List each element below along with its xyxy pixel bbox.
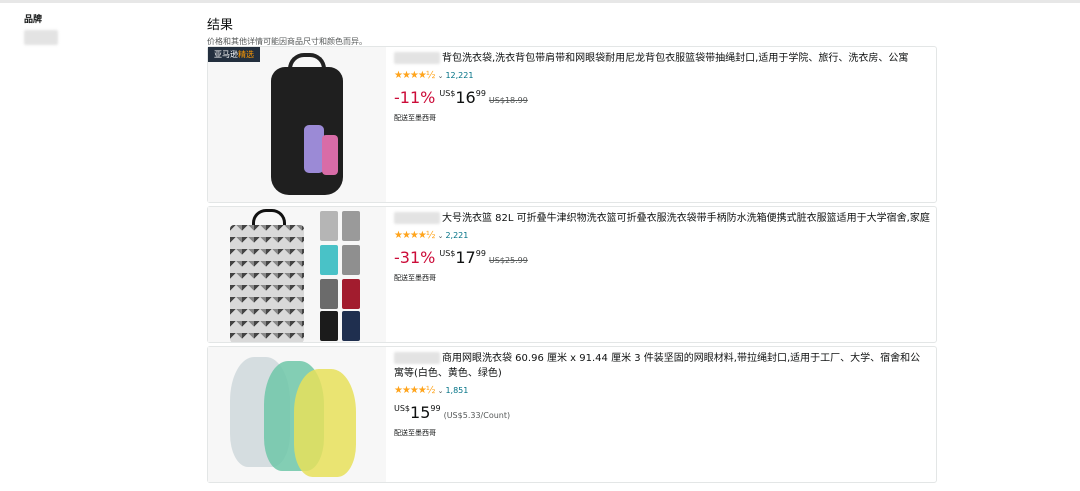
product-details: 背包洗衣袋,洗衣背包带肩带和网眼袋耐用尼龙背包衣服篮袋带抽绳封口,适用于学院、旅… bbox=[394, 51, 930, 123]
price-currency: US$ bbox=[394, 404, 411, 413]
rating-count-link[interactable]: 12,221 bbox=[445, 71, 473, 80]
hamper-variant-graphic bbox=[320, 245, 338, 275]
product-card[interactable]: 大号洗衣篮 82L 可折叠牛津织物洗衣篮可折叠衣服洗衣袋带手柄防水洗箱便携式脏衣… bbox=[207, 206, 937, 343]
hamper-graphic bbox=[230, 225, 304, 342]
top-divider bbox=[0, 0, 1080, 3]
star-rating-icon[interactable]: ★★★★½ bbox=[394, 70, 436, 81]
product-image[interactable]: 亚马逊精选 bbox=[208, 47, 386, 202]
price-row: -31% US$1799US$25.99 bbox=[394, 247, 930, 269]
amazon-choice-badge: 亚马逊精选 bbox=[208, 47, 260, 62]
detergent-bottle-graphic bbox=[322, 135, 338, 175]
list-price: US$18.99 bbox=[488, 96, 528, 105]
price-currency: US$ bbox=[439, 89, 456, 98]
results-title: 结果 bbox=[207, 18, 234, 33]
discount-percent: -11% bbox=[394, 88, 436, 107]
detergent-bottle-graphic bbox=[304, 125, 324, 173]
badge-prefix: 亚马逊 bbox=[214, 50, 238, 59]
brand-name-redacted bbox=[394, 212, 440, 224]
delivery-info: 配送至墨西哥 bbox=[394, 114, 436, 122]
price-fraction: 99 bbox=[430, 404, 441, 413]
price-row: -11% US$1699US$18.99 bbox=[394, 87, 930, 109]
unit-price: (US$5.33/Count) bbox=[443, 411, 511, 420]
product-image[interactable] bbox=[208, 207, 386, 342]
star-rating-icon[interactable]: ★★★★½ bbox=[394, 385, 436, 396]
product-details: 商用网眼洗衣袋 60.96 厘米 x 91.44 厘米 3 件装坚固的网眼材料,… bbox=[394, 351, 930, 438]
rating-row: ★★★★½ ⌄ 12,221 bbox=[394, 70, 930, 82]
delivery-info: 配送至墨西哥 bbox=[394, 274, 436, 282]
hamper-variant-graphic bbox=[320, 311, 338, 341]
brand-name-redacted bbox=[394, 52, 440, 64]
hamper-variant-graphic bbox=[342, 245, 360, 275]
hamper-variant-graphic bbox=[342, 211, 360, 241]
product-title-text[interactable]: 背包洗衣袋,洗衣背包带肩带和网眼袋耐用尼龙背包衣服篮袋带抽绳封口,适用于学院、旅… bbox=[442, 53, 908, 64]
price-row: US$1599(US$5.33/Count) bbox=[394, 402, 930, 424]
results-header: 结果 价格和其他详情可能因商品尺寸和颜色而异。 bbox=[207, 14, 367, 47]
hamper-variant-graphic bbox=[320, 211, 338, 241]
product-title[interactable]: 背包洗衣袋,洗衣背包带肩带和网眼袋耐用尼龙背包衣服篮袋带抽绳封口,适用于学院、旅… bbox=[394, 51, 930, 66]
rating-count-link[interactable]: 2,221 bbox=[445, 231, 468, 240]
rating-row: ★★★★½ ⌄ 1,851 bbox=[394, 385, 930, 397]
product-card[interactable]: 亚马逊精选 背包洗衣袋,洗衣背包带肩带和网眼袋耐用尼龙背包衣服篮袋带抽绳封口,适… bbox=[207, 46, 937, 203]
chevron-down-icon[interactable]: ⌄ bbox=[438, 72, 444, 80]
mesh-bag-graphic bbox=[294, 369, 356, 477]
filter-sidebar: 品牌 bbox=[24, 12, 58, 45]
product-title-text[interactable]: 大号洗衣篮 82L 可折叠牛津织物洗衣篮可折叠衣服洗衣袋带手柄防水洗箱便携式脏衣… bbox=[442, 213, 930, 224]
star-rating-icon[interactable]: ★★★★½ bbox=[394, 230, 436, 241]
badge-highlight: 精选 bbox=[238, 50, 254, 59]
product-details: 大号洗衣篮 82L 可折叠牛津织物洗衣篮可折叠衣服洗衣袋带手柄防水洗箱便携式脏衣… bbox=[394, 211, 930, 283]
price-currency: US$ bbox=[439, 249, 456, 258]
product-image[interactable] bbox=[208, 347, 386, 482]
product-title[interactable]: 大号洗衣篮 82L 可折叠牛津织物洗衣篮可折叠衣服洗衣袋带手柄防水洗箱便携式脏衣… bbox=[394, 211, 930, 226]
price-whole: 16 bbox=[455, 88, 476, 107]
list-price: US$25.99 bbox=[488, 256, 528, 265]
hamper-variant-graphic bbox=[320, 279, 338, 309]
product-title-text[interactable]: 商用网眼洗衣袋 60.96 厘米 x 91.44 厘米 3 件装坚固的网眼材料,… bbox=[394, 353, 920, 379]
brand-filter-heading: 品牌 bbox=[24, 15, 43, 25]
hamper-variant-graphic bbox=[342, 279, 360, 309]
price-fraction: 99 bbox=[475, 89, 486, 98]
chevron-down-icon[interactable]: ⌄ bbox=[438, 232, 444, 240]
price-fraction: 99 bbox=[475, 249, 486, 258]
chevron-down-icon[interactable]: ⌄ bbox=[438, 387, 444, 395]
rating-count-link[interactable]: 1,851 bbox=[445, 386, 468, 395]
rating-row: ★★★★½ ⌄ 2,221 bbox=[394, 230, 930, 242]
brand-name-redacted bbox=[394, 352, 440, 364]
discount-percent: -31% bbox=[394, 248, 436, 267]
price-whole: 17 bbox=[455, 248, 476, 267]
delivery-info: 配送至墨西哥 bbox=[394, 429, 436, 437]
brand-filter-option[interactable] bbox=[24, 30, 58, 45]
product-title[interactable]: 商用网眼洗衣袋 60.96 厘米 x 91.44 厘米 3 件装坚固的网眼材料,… bbox=[394, 351, 930, 381]
price-whole: 15 bbox=[410, 403, 431, 422]
product-card[interactable]: 商用网眼洗衣袋 60.96 厘米 x 91.44 厘米 3 件装坚固的网眼材料,… bbox=[207, 346, 937, 483]
hamper-variant-graphic bbox=[342, 311, 360, 341]
